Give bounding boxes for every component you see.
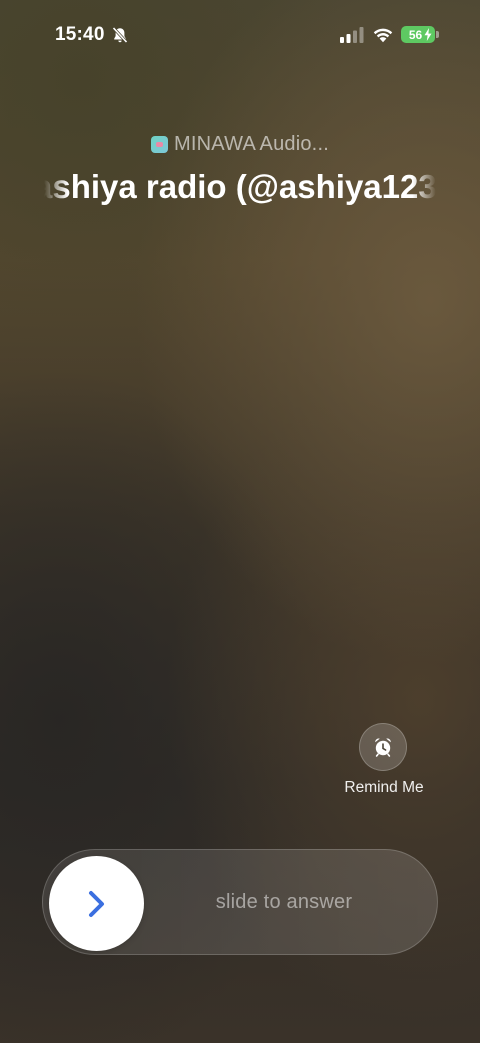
slide-to-answer-label: slide to answer	[215, 891, 353, 913]
alarm-clock-icon	[375, 738, 391, 757]
caller-name: ashiya radio (@ashiya123	[44, 168, 436, 205]
charging-bolt-icon	[424, 28, 432, 41]
calling-app-label: MINAWA Audio...	[0, 133, 480, 156]
app-name: MINAWA Audio...	[174, 133, 329, 155]
remind-me-button[interactable]	[359, 723, 407, 771]
cellular-signal-icon	[340, 27, 364, 43]
chevron-right-icon	[88, 890, 104, 917]
incoming-call-screen: 15:40 56 MINAWA Audio... ashiya radio (@…	[0, 0, 480, 1043]
bell-slash-icon	[112, 26, 128, 44]
battery-cap	[436, 31, 439, 38]
battery-level: 56	[408, 27, 423, 42]
status-time: 15:40	[55, 24, 105, 45]
caller-name-container: ashiya radio (@ashiya123	[44, 166, 436, 208]
wifi-icon	[373, 28, 393, 43]
answer-slider-knob[interactable]	[49, 856, 144, 951]
remind-me-label: Remind Me	[344, 779, 424, 796]
status-bar: 15:40 56	[0, 0, 480, 70]
battery-indicator: 56	[401, 26, 435, 43]
minawa-app-icon	[151, 136, 169, 153]
